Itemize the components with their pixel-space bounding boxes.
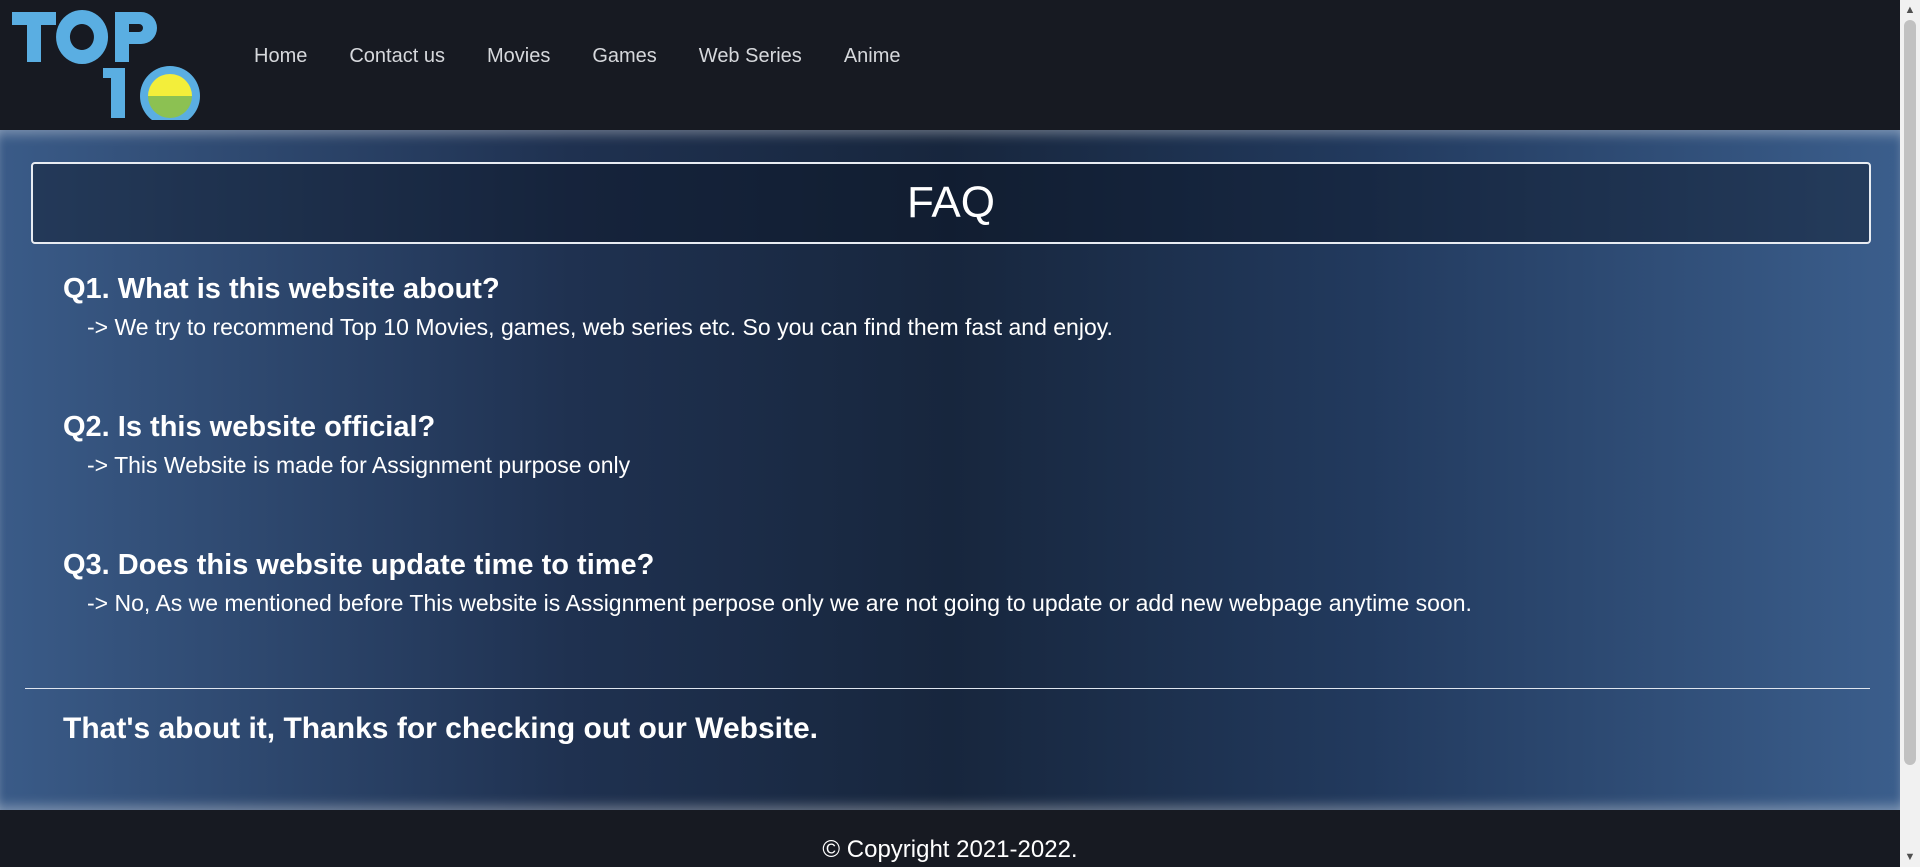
top10-logo[interactable]: [12, 8, 207, 120]
faq-answer: -> This Website is made for Assignment p…: [87, 452, 631, 478]
main-nav: Home Contact us Movies Games Web Series …: [234, 0, 922, 112]
nav-anime[interactable]: Anime: [844, 45, 901, 68]
copyright-text: © Copyright 2021-2022.: [822, 836, 1078, 863]
scroll-down-arrow-icon[interactable]: ▼: [1900, 847, 1920, 867]
faq-item: Q1. What is this website about? -> We tr…: [63, 273, 1113, 341]
logo-graphic: [12, 10, 200, 120]
site-footer: © Copyright 2021-2022.: [0, 810, 1900, 867]
faq-question: Q3. Does this website update time to tim…: [63, 549, 655, 581]
section-divider: [25, 688, 1870, 689]
scrollbar-thumb[interactable]: [1904, 20, 1916, 765]
site-header: Home Contact us Movies Games Web Series …: [0, 0, 1900, 130]
nav-contact-us[interactable]: Contact us: [349, 45, 445, 68]
nav-games[interactable]: Games: [592, 45, 656, 68]
nav-movies[interactable]: Movies: [487, 45, 550, 68]
vertical-scrollbar[interactable]: ▲ ▼: [1900, 0, 1920, 867]
faq-question: Q2. Is this website official?: [63, 411, 436, 443]
nav-web-series[interactable]: Web Series: [699, 45, 802, 68]
faq-item: Q3. Does this website update time to tim…: [63, 549, 1472, 617]
page-title: FAQ: [906, 178, 996, 227]
faq-answer: -> No, As we mentioned before This websi…: [87, 590, 1472, 616]
faq-title-box: FAQ: [31, 162, 1871, 244]
faq-question: Q1. What is this website about?: [63, 273, 500, 305]
faq-section: FAQ Q1. What is this website about? -> W…: [0, 130, 1900, 810]
nav-home[interactable]: Home: [254, 45, 307, 68]
faq-answer: -> We try to recommend Top 10 Movies, ga…: [87, 314, 1113, 340]
closing-message: That's about it, Thanks for checking out…: [63, 712, 818, 745]
faq-item: Q2. Is this website official? -> This We…: [63, 411, 630, 479]
scroll-up-arrow-icon[interactable]: ▲: [1900, 0, 1920, 20]
